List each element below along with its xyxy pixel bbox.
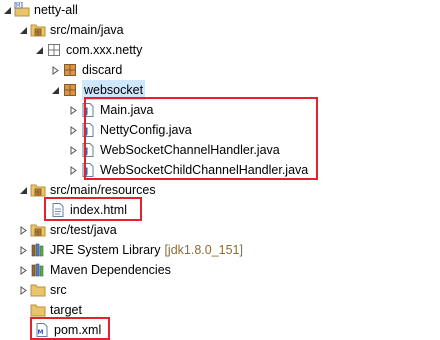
tree-item-label: Maven Dependencies <box>50 263 171 277</box>
expand-arrow-icon[interactable] <box>68 100 78 120</box>
collapse-arrow-icon[interactable] <box>2 0 12 20</box>
tree-item-src-main-resources[interactable]: src/main/resources <box>18 180 156 200</box>
library-icon <box>30 242 46 258</box>
jdk-version-decoration: [jdk1.8.0_151] <box>164 243 243 257</box>
tree-item-label: com.xxx.netty <box>66 43 143 57</box>
source-folder-icon <box>30 222 46 238</box>
collapse-arrow-icon[interactable] <box>50 80 60 100</box>
tree-item-label: pom.xml <box>54 323 102 337</box>
tree-item-src-folder[interactable]: src <box>18 280 67 300</box>
source-folder-icon <box>30 182 46 198</box>
svg-text:M: M <box>38 329 44 336</box>
tree-item-label: target <box>50 303 82 317</box>
expand-arrow-icon[interactable] <box>18 280 28 300</box>
html-file-icon <box>50 202 66 218</box>
svg-text:J: J <box>84 127 88 137</box>
tree-item-package-discard[interactable]: discard <box>50 60 122 80</box>
tree-item-label: src/main/resources <box>50 183 156 197</box>
tree-item-package-com-xxx-netty[interactable]: com.xxx.netty <box>34 40 142 60</box>
tree-item-label: websocket <box>82 80 146 100</box>
tree-item-label: WebSocketChildChannelHandler.java <box>100 163 309 177</box>
tree-item-label: JRE System Library <box>50 243 161 257</box>
tree-item-label: NettyConfig.java <box>100 123 192 137</box>
svg-text:J: J <box>84 167 88 177</box>
tree-item-java-file[interactable]: J Main.java <box>68 100 154 120</box>
collapse-arrow-icon[interactable] <box>18 20 28 40</box>
collapse-arrow-icon[interactable] <box>18 180 28 200</box>
tree-item-label: discard <box>82 63 123 77</box>
package-icon <box>62 82 78 98</box>
tree-item-java-file[interactable]: J NettyConfig.java <box>68 120 192 140</box>
tree-item-maven-dependencies[interactable]: Maven Dependencies <box>18 260 171 280</box>
tree-item-src-main-java[interactable]: src/main/java <box>18 20 124 40</box>
source-folder-icon <box>30 22 46 38</box>
tree-item-label: src <box>50 283 67 297</box>
tree-item-package-websocket[interactable]: websocket <box>50 80 146 100</box>
collapse-arrow-icon[interactable] <box>34 40 44 60</box>
tree-item-project[interactable]: M netty-all <box>2 0 78 20</box>
tree-item-target-folder[interactable]: target <box>30 300 82 320</box>
package-icon <box>62 62 78 78</box>
tree-item-src-test-java[interactable]: src/test/java <box>18 220 117 240</box>
svg-text:J: J <box>84 147 88 157</box>
tree-item-label: WebSocketChannelHandler.java <box>100 143 280 157</box>
tree-item-pom-xml[interactable]: M pom.xml <box>34 320 101 340</box>
expand-arrow-icon[interactable] <box>68 160 78 180</box>
tree-item-label: netty-all <box>34 3 78 17</box>
maven-project-icon: M <box>14 2 30 18</box>
java-file-icon: J <box>80 102 96 118</box>
java-file-icon: J <box>80 122 96 138</box>
folder-icon <box>30 302 46 318</box>
svg-text:M: M <box>16 3 20 9</box>
expand-arrow-icon[interactable] <box>50 60 60 80</box>
java-file-icon: J <box>80 142 96 158</box>
folder-icon <box>30 282 46 298</box>
library-icon <box>30 262 46 278</box>
package-icon <box>46 42 62 58</box>
expand-arrow-icon[interactable] <box>68 140 78 160</box>
tree-item-java-file[interactable]: J WebSocketChannelHandler.java <box>68 140 280 160</box>
tree-item-label: Main.java <box>100 103 154 117</box>
svg-text:J: J <box>84 107 88 117</box>
tree-item-label: src/test/java <box>50 223 117 237</box>
expand-arrow-icon[interactable] <box>18 260 28 280</box>
tree-item-jre-system-library[interactable]: JRE System Library [jdk1.8.0_151] <box>18 240 243 260</box>
tree-item-java-file[interactable]: J WebSocketChildChannelHandler.java <box>68 160 308 180</box>
expand-arrow-icon[interactable] <box>18 220 28 240</box>
tree-item-html-file[interactable]: index.html <box>50 200 127 220</box>
expand-arrow-icon[interactable] <box>18 240 28 260</box>
java-file-icon: J <box>80 162 96 178</box>
expand-arrow-icon[interactable] <box>68 120 78 140</box>
xml-file-icon: M <box>34 322 50 338</box>
tree-item-label: index.html <box>70 203 127 217</box>
tree-item-label: src/main/java <box>50 23 124 37</box>
